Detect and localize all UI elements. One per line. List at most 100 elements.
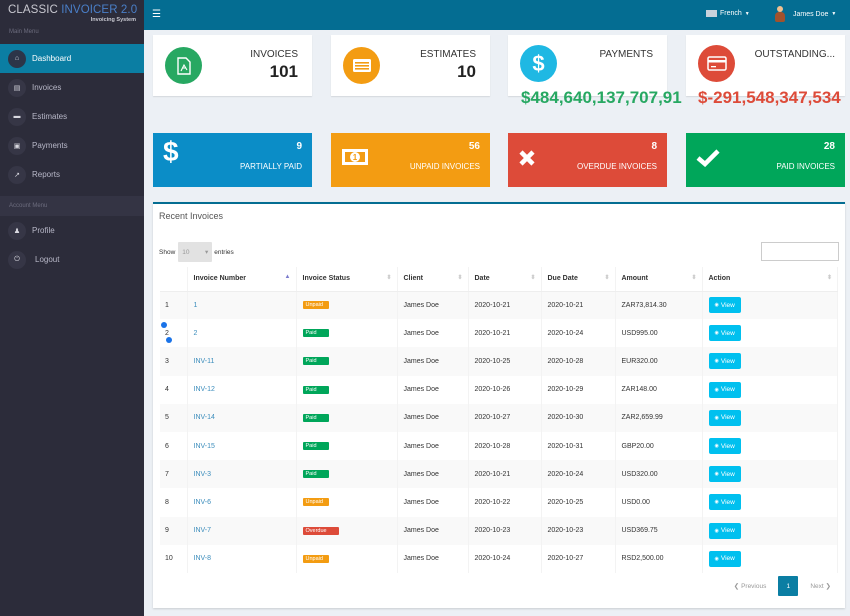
view-button[interactable]: ◉ View <box>708 297 741 314</box>
selection-handle-start[interactable] <box>161 322 167 328</box>
sort-icon: ⬍ <box>691 275 697 281</box>
date-cell: 2020-10-25 <box>468 347 542 376</box>
user-name: James Doe <box>793 10 829 18</box>
info-box-invoices: INVOICES 101 <box>153 35 312 96</box>
hamburger-menu-icon[interactable]: ☰ <box>152 9 161 20</box>
invoice-number-link[interactable]: INV-8 <box>194 555 212 562</box>
view-button[interactable]: ◉ View <box>708 409 741 426</box>
amount-cell: USD320.00 <box>615 460 703 489</box>
view-button[interactable]: ◉ View <box>708 494 741 511</box>
row-index: 9 <box>160 516 188 545</box>
next-button[interactable]: Next ❯ <box>810 582 831 590</box>
table-row: 2 2 Paid James Doe 2020-10-21 2020-10-24 USD99… <box>160 319 838 348</box>
client-cell: James Doe <box>397 291 469 320</box>
dollar-icon: $ <box>520 45 557 82</box>
table-row: 3 INV-11 Paid James Doe 2020-10-25 2020-10-28… <box>160 347 838 376</box>
status-badge: Unpaid <box>302 498 329 507</box>
view-button[interactable]: ◉ View <box>708 438 741 455</box>
col-header-date[interactable]: Date ⬍ <box>468 267 542 292</box>
eye-icon: ◉ <box>714 527 719 534</box>
amount-cell: GBP20.00 <box>615 431 703 461</box>
chevron-down-icon: ▾ <box>205 249 209 256</box>
sidebar-item-reports[interactable]: ↗ Reports <box>0 160 144 189</box>
invoice-number-link[interactable]: INV-15 <box>194 443 215 450</box>
amount-cell: ZAR148.00 <box>615 375 703 404</box>
view-button[interactable]: ◉ View <box>708 550 741 567</box>
stat-label: PAID INVOICES <box>776 162 835 171</box>
previous-button[interactable]: ❮ Previous <box>734 582 767 590</box>
stat-partially-paid[interactable]: $ 9 PARTIALLY PAID <box>153 133 312 187</box>
col-header-amount[interactable]: Amount ⬍ <box>615 267 703 292</box>
eye-icon: ◉ <box>714 555 719 562</box>
col-header-client[interactable]: Client ⬍ <box>397 267 469 292</box>
home-icon: ⌂ <box>8 49 26 68</box>
row-index: 10 <box>160 544 188 573</box>
main-menu-header: Main Menu <box>9 29 39 35</box>
invoice-number-link[interactable]: 1 <box>194 302 198 309</box>
brand-title: CLASSIC INVOICER 2.0 <box>8 4 138 16</box>
search-input[interactable] <box>761 242 839 261</box>
view-button[interactable]: ◉ View <box>708 522 741 539</box>
file-pdf-icon: ▤ <box>8 78 26 97</box>
due-date-cell: 2020-10-27 <box>541 544 616 573</box>
invoice-number-link[interactable]: INV-14 <box>194 414 215 421</box>
entries-select[interactable]: 10 ▾ <box>178 242 213 262</box>
flag-icon <box>706 10 717 17</box>
date-cell: 2020-10-28 <box>468 431 542 461</box>
sort-icon: ⬍ <box>604 275 610 281</box>
stat-label: PARTIALLY PAID <box>240 162 302 171</box>
info-box-payments: $ PAYMENTS $484,640,137,707,91 <box>508 35 682 107</box>
selection-handle-end[interactable] <box>166 337 172 343</box>
table-row: 8 INV-6 Unpaid James Doe 2020-10-22 2020-10-2… <box>160 488 838 517</box>
page-1-button[interactable]: 1 <box>778 576 799 596</box>
eye-icon: ◉ <box>714 471 719 478</box>
sidebar-item-dashboard[interactable]: ⌂ Dashboard <box>0 44 144 73</box>
list-alt-icon <box>343 47 380 84</box>
view-button[interactable]: ◉ View <box>708 381 741 398</box>
view-button[interactable]: ◉ View <box>708 466 741 483</box>
caret-down-icon: ▼ <box>744 10 750 17</box>
stat-count: 28 <box>823 141 835 152</box>
invoice-number-link[interactable]: INV-6 <box>194 499 212 506</box>
sidebar-item-estimates[interactable]: ▬ Estimates <box>0 102 144 131</box>
client-cell: James Doe <box>397 488 469 517</box>
sidebar: CLASSIC INVOICER 2.0 Invoicing System Ma… <box>0 0 144 616</box>
col-header-due-date[interactable]: Due Date ⬍ <box>541 267 616 292</box>
col-header-action[interactable]: Action ⬍ <box>702 267 838 292</box>
user-dropdown[interactable]: James Doe ▼ <box>775 6 836 22</box>
line-chart-icon: ↗ <box>8 165 26 184</box>
sidebar-item-label: Invoices <box>32 83 62 92</box>
invoice-number-link[interactable]: INV-7 <box>194 527 212 534</box>
client-cell: James Doe <box>397 403 469 432</box>
invoice-number-link[interactable]: INV-12 <box>194 386 215 393</box>
sidebar-item-logout[interactable]: ⏻ Logout <box>0 245 144 274</box>
sort-icon: ⬍ <box>386 275 392 281</box>
invoice-number-link[interactable]: INV-3 <box>194 471 212 478</box>
sidebar-item-payments[interactable]: ▣ Payments <box>0 131 144 160</box>
view-button[interactable]: ◉ View <box>708 325 741 342</box>
eye-icon: ◉ <box>714 302 719 309</box>
col-header-invoice-status[interactable]: Invoice Status ⬍ <box>296 267 398 292</box>
brand: CLASSIC INVOICER 2.0 Invoicing System <box>0 0 144 30</box>
brand-subtitle: Invoicing System <box>90 17 136 23</box>
date-cell: 2020-10-22 <box>468 488 542 517</box>
language-dropdown[interactable]: French ▼ <box>706 10 750 17</box>
due-date-cell: 2020-10-28 <box>541 347 616 376</box>
table-row: 9 INV-7 Overdue James Doe 2020-10-23 2020-10-… <box>160 516 838 545</box>
sidebar-item-profile[interactable]: ♟ Profile <box>0 216 144 245</box>
col-header-invoice-number[interactable]: Invoice Number ▲ <box>187 267 297 292</box>
invoice-number-link[interactable]: 2 <box>194 330 198 337</box>
stat-paid-invoices[interactable]: 28 PAID INVOICES <box>686 133 845 187</box>
due-date-cell: 2020-10-30 <box>541 403 616 432</box>
info-label: ESTIMATES <box>420 49 476 60</box>
sort-icon: ⬍ <box>457 275 463 281</box>
view-button[interactable]: ◉ View <box>708 353 741 370</box>
money-icon: ▣ <box>8 136 26 155</box>
stat-unpaid-invoices[interactable]: 1 56 UNPAID INVOICES <box>331 133 490 187</box>
due-date-cell: 2020-10-25 <box>541 488 616 517</box>
info-box-outstanding: OUTSTANDING... $-291,548,347,534 <box>686 35 845 107</box>
date-cell: 2020-10-21 <box>468 460 542 489</box>
sidebar-item-invoices[interactable]: ▤ Invoices <box>0 73 144 102</box>
invoice-number-link[interactable]: INV-11 <box>194 358 215 365</box>
stat-overdue-invoices[interactable]: 8 OVERDUE INVOICES <box>508 133 667 187</box>
